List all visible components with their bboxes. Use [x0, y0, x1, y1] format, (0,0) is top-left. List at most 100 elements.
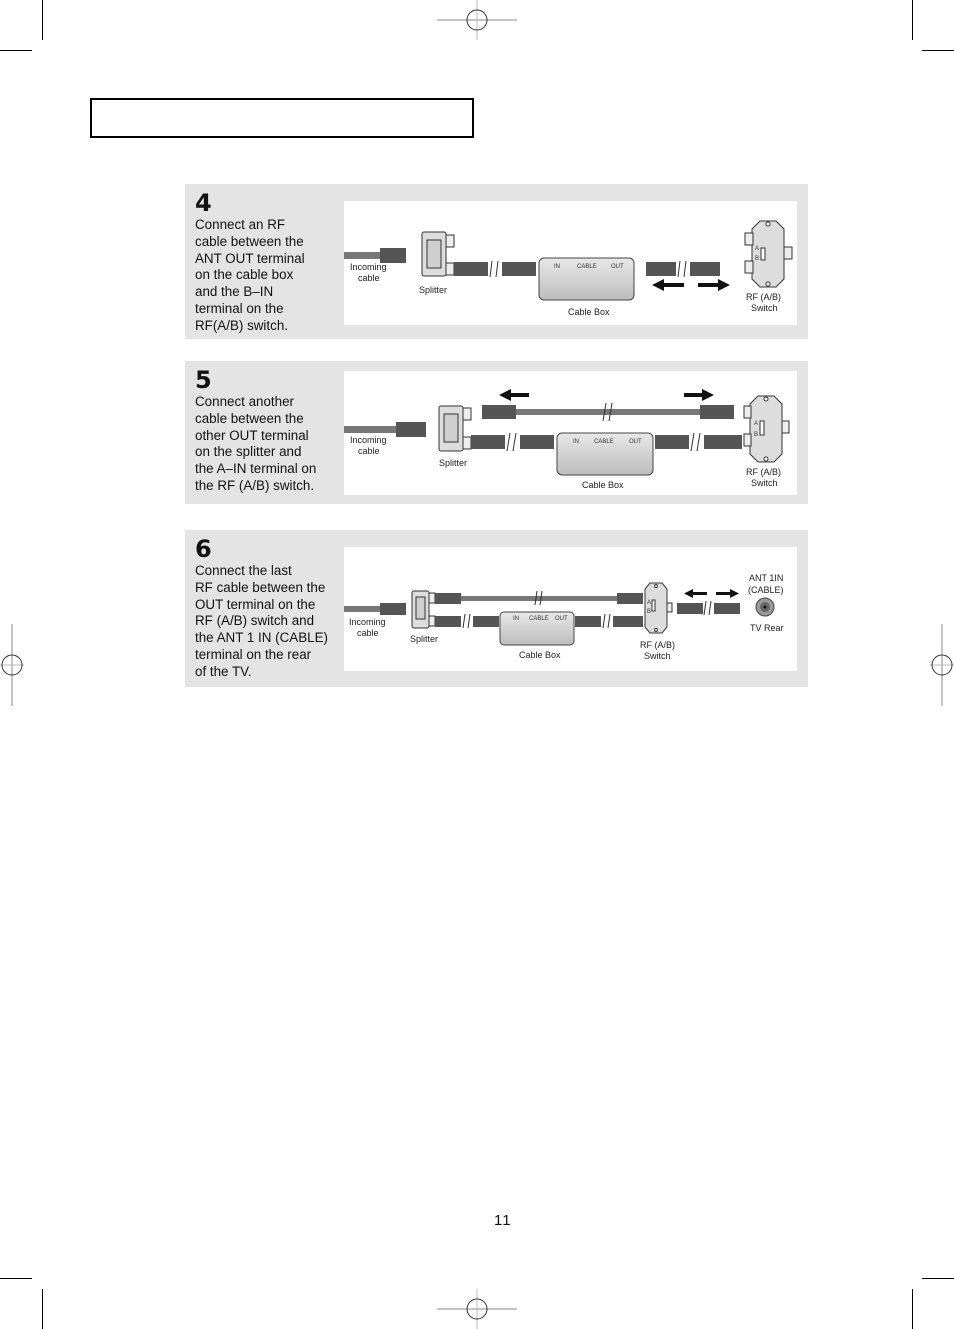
rf-switch-icon: A B — [744, 220, 793, 288]
cable-box-label: Cable Box — [568, 307, 610, 317]
switch-b-label: B — [647, 609, 651, 615]
cable-box-icon: IN CABLE OUT — [538, 257, 635, 301]
switch-a-label: A — [755, 246, 759, 252]
step-4-diagram: IN CABLE OUT A B Incoming cable Splitter… — [344, 201, 797, 325]
splitter-icon — [421, 231, 455, 277]
rf-switch-label: RF (A/B) — [746, 467, 781, 477]
splitter-label: Splitter — [419, 285, 447, 295]
switch-b-label: B — [755, 256, 759, 262]
port-cable-label: CABLE — [594, 439, 614, 445]
connector — [380, 603, 406, 615]
step-instructions: Connect the last RF cable between the OU… — [195, 563, 328, 679]
arrow-right-icon — [716, 589, 739, 598]
step-4-panel: 4 Connect an RF cable between the ANT OU… — [185, 184, 808, 339]
crop-mark — [0, 50, 32, 51]
connection-diagram: IN CABLE OUT A B ANT 1IN (CABLE) TV Rear… — [344, 573, 784, 661]
crop-mark — [42, 1289, 43, 1329]
switch-a-label: A — [647, 600, 651, 606]
cable-box-label: Cable Box — [519, 650, 561, 660]
arrow-right-icon — [698, 279, 730, 291]
step-number: 6 — [195, 535, 212, 563]
registration-mark — [437, 1289, 517, 1329]
section-title-box — [90, 98, 474, 138]
connector — [700, 405, 734, 419]
incoming-cable-label: Incoming — [349, 617, 386, 627]
registration-mark — [437, 0, 517, 40]
step-instructions: Connect an RF cable between the ANT OUT … — [195, 217, 305, 333]
arrow-left-icon — [652, 279, 684, 291]
rf-switch-icon: A B — [743, 395, 790, 463]
incoming-cable — [344, 606, 380, 612]
port-cable-label: CABLE — [529, 616, 549, 622]
port-in-label: IN — [513, 616, 519, 622]
cable — [461, 596, 617, 601]
port-out-label: OUT — [629, 439, 642, 445]
splitter-label: Splitter — [410, 634, 438, 644]
step-6-diagram: IN CABLE OUT A B ANT 1IN (CABLE) TV Rear… — [344, 547, 797, 671]
arrow-left-icon — [499, 389, 529, 401]
connector — [613, 616, 643, 627]
port-out-label: OUT — [611, 264, 624, 270]
connector — [575, 616, 601, 627]
cable-box-icon: IN CABLE OUT — [556, 432, 654, 476]
connector — [646, 262, 676, 276]
crop-mark — [912, 0, 913, 40]
crop-mark — [42, 0, 43, 40]
connector — [482, 405, 516, 419]
incoming-cable-label: Incoming — [350, 262, 387, 272]
ant-in-label: (CABLE) — [748, 585, 784, 595]
port-cable-label: CABLE — [577, 264, 597, 270]
incoming-cable-label: cable — [358, 273, 380, 283]
incoming-cable-label: cable — [357, 628, 379, 638]
connector — [655, 435, 689, 449]
step-6-panel: 6 Connect the last RF cable between the … — [185, 530, 808, 687]
crop-mark — [912, 1289, 913, 1329]
connector — [435, 593, 461, 604]
switch-b-label: B — [754, 432, 758, 438]
arrow-right-icon — [684, 389, 714, 401]
connector — [617, 593, 643, 604]
ant-in-jack-icon — [755, 597, 775, 617]
incoming-cable — [344, 252, 380, 259]
connector — [435, 616, 461, 627]
splitter-icon — [411, 590, 436, 629]
step-instructions: Connect another cable between the other … — [195, 394, 317, 493]
connector — [502, 262, 536, 276]
registration-mark — [0, 624, 24, 706]
connector — [380, 248, 406, 263]
crop-mark — [0, 1278, 32, 1279]
registration-mark — [930, 624, 954, 706]
crop-mark — [922, 1278, 954, 1279]
cable-box-label: Cable Box — [582, 480, 624, 490]
step-5-panel: 5 Connect another cable between the othe… — [185, 361, 808, 504]
connector — [520, 435, 554, 449]
arrow-left-icon — [684, 589, 707, 598]
connector — [704, 435, 742, 449]
splitter-label: Splitter — [439, 458, 467, 468]
rf-switch-label: Switch — [751, 303, 778, 313]
rf-switch-label: RF (A/B) — [640, 640, 675, 650]
incoming-cable-label: Incoming — [350, 435, 387, 445]
switch-a-label: A — [754, 421, 758, 427]
cable — [516, 409, 700, 415]
splitter-icon — [438, 405, 472, 452]
connector — [396, 422, 426, 437]
port-in-label: IN — [554, 264, 560, 270]
tv-rear-label: TV Rear — [750, 623, 784, 633]
rf-switch-label: Switch — [751, 478, 778, 488]
rf-switch-label: Switch — [644, 651, 671, 661]
connector — [677, 603, 703, 614]
connection-diagram: IN CABLE OUT A B Incoming cable Splitter… — [344, 220, 793, 317]
port-in-label: IN — [573, 439, 579, 445]
connector — [473, 616, 499, 627]
step-5-diagram: IN CABLE OUT A B Incoming cable Splitter… — [344, 371, 797, 495]
cable-box-icon: IN CABLE OUT — [499, 611, 575, 646]
port-out-label: OUT — [555, 616, 568, 622]
connector — [454, 262, 488, 276]
step-number: 5 — [195, 366, 212, 394]
incoming-cable — [344, 426, 396, 433]
page-number: 11 — [494, 1212, 512, 1229]
rf-switch-label: RF (A/B) — [746, 292, 781, 302]
rf-switch-icon: A B — [644, 582, 673, 634]
connector — [714, 603, 740, 614]
